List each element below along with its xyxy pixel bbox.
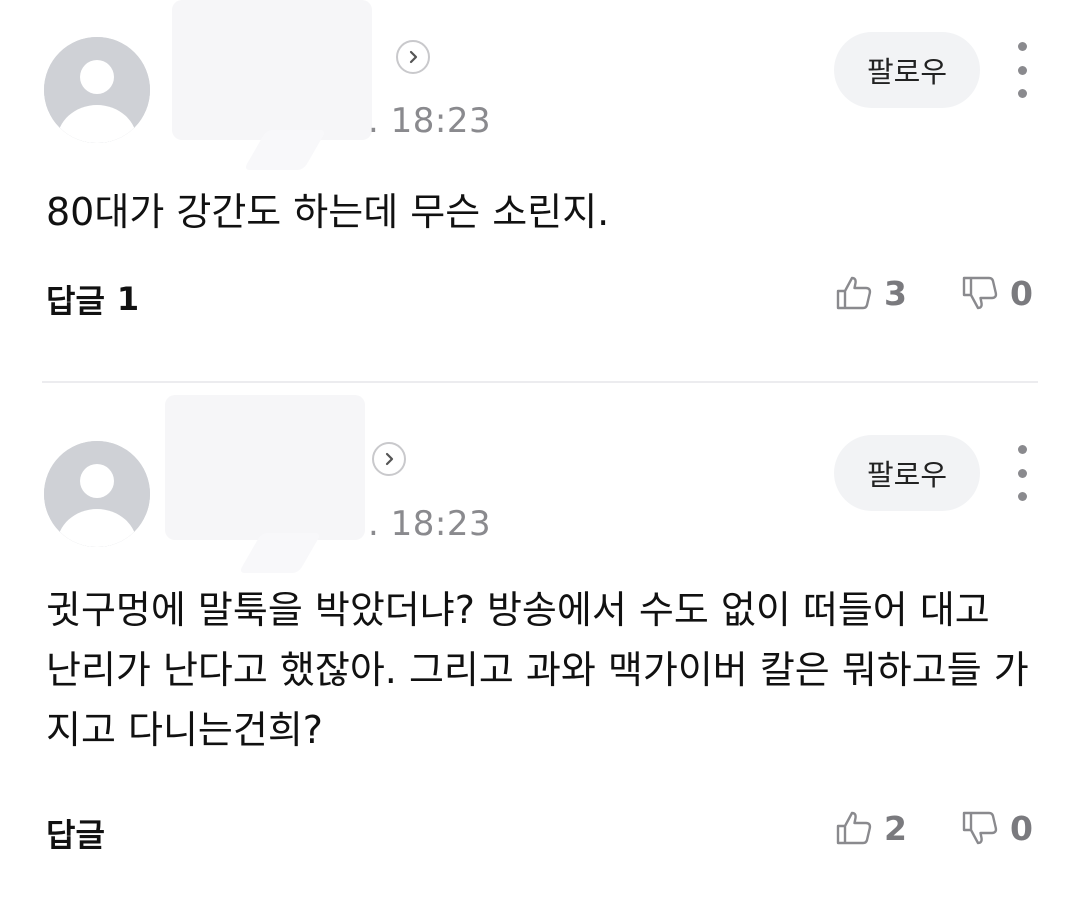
reply-button[interactable]: 답글: [46, 810, 117, 856]
comment-item: . 18:23 팔로우 80대가 강간도 하는데 무슨 소린지. 답글 1 3 …: [0, 0, 1080, 383]
chevron-right-icon[interactable]: [396, 40, 430, 74]
thumbs-up-icon: [836, 276, 872, 310]
comment-timestamp: . 18:23: [368, 101, 492, 141]
divider: [42, 381, 1038, 383]
follow-button[interactable]: 팔로우: [834, 435, 980, 511]
like-button[interactable]: 2: [834, 808, 907, 848]
follow-button[interactable]: 팔로우: [834, 32, 980, 108]
user-avatar-icon[interactable]: [44, 441, 150, 547]
chevron-right-icon[interactable]: [372, 442, 406, 476]
reply-label: 답글: [46, 282, 105, 320]
dislike-count: 0: [1010, 273, 1033, 313]
thumbs-down-icon: [962, 276, 998, 310]
username-redacted[interactable]: [172, 0, 372, 140]
comment-timestamp: . 18:23: [368, 504, 492, 544]
thumbs-down-icon: [962, 811, 998, 845]
thumbs-up-icon: [836, 811, 872, 845]
comment-list: . 18:23 팔로우 80대가 강간도 하는데 무슨 소린지. 답글 1 3 …: [0, 0, 1080, 913]
dislike-count: 0: [1010, 808, 1033, 848]
dislike-button[interactable]: 0: [960, 808, 1033, 848]
comment-item: . 18:23 팔로우 귓구멍에 말툭을 박았더냐? 방송에서 수도 없이 떠들…: [0, 385, 1080, 913]
comment-text: 귓구멍에 말툭을 박았더냐? 방송에서 수도 없이 떠들어 대고 난리가 난다고…: [46, 588, 1029, 752]
like-count: 3: [884, 273, 907, 313]
reply-count: 1: [116, 280, 140, 318]
user-avatar-icon[interactable]: [44, 37, 150, 143]
reply-label: 답글: [46, 816, 105, 854]
vertical-ellipsis-icon[interactable]: [1006, 445, 1038, 501]
reply-button[interactable]: 답글 1: [46, 276, 139, 322]
vertical-ellipsis-icon[interactable]: [1006, 42, 1038, 98]
username-redacted[interactable]: [165, 395, 365, 540]
dislike-button[interactable]: 0: [960, 273, 1033, 313]
like-count: 2: [884, 808, 907, 848]
like-button[interactable]: 3: [834, 273, 907, 313]
comment-text: 80대가 강간도 하는데 무슨 소린지.: [46, 190, 610, 234]
